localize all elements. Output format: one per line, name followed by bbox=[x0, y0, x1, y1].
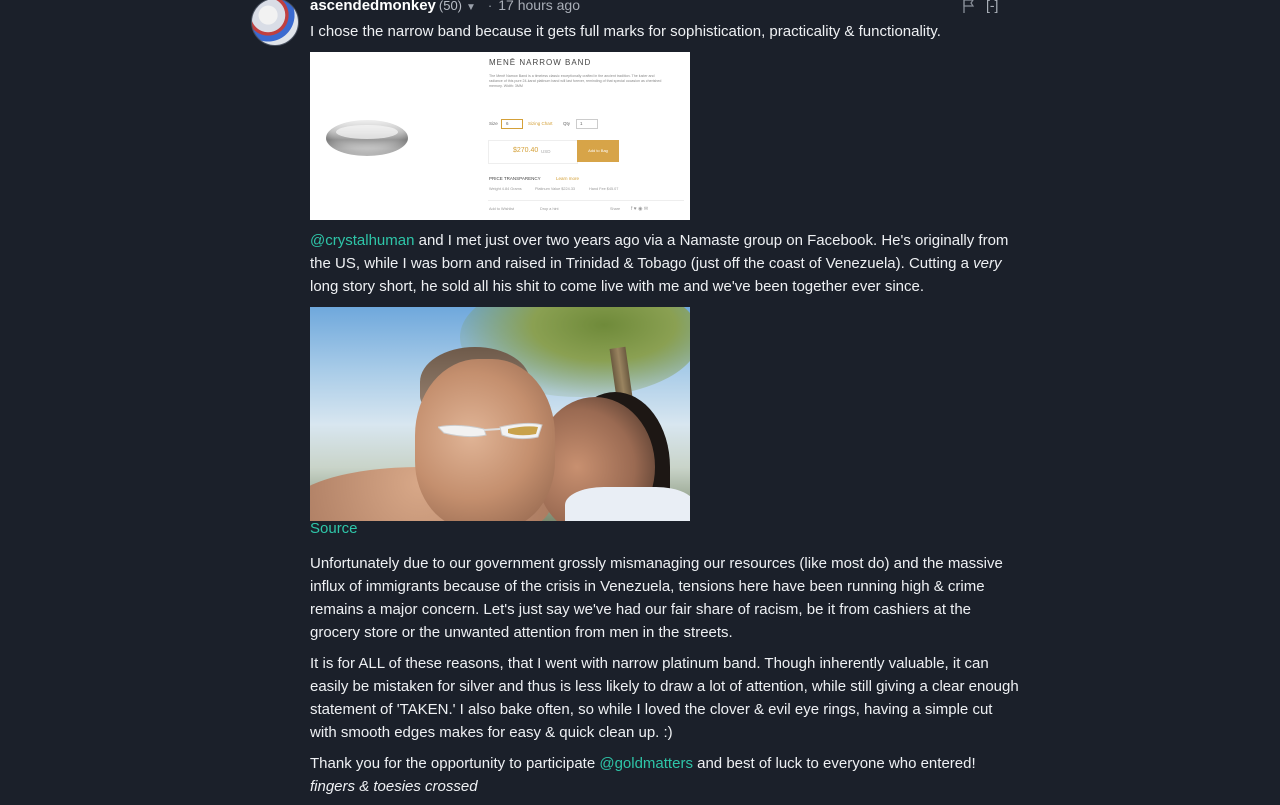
shirt bbox=[565, 487, 690, 521]
thanks-text-b: and best of luck to everyone who entered… bbox=[692, 755, 976, 772]
thanks-text-a: Thank you for the opportunity to partici… bbox=[310, 755, 600, 772]
sign-off: fingers & toesies crossed bbox=[310, 778, 478, 795]
product-price: $270.40 bbox=[513, 147, 539, 154]
weight-text: Weight 4.84 Grams bbox=[489, 187, 522, 191]
concern-paragraph: Unfortunately due to our government gros… bbox=[310, 555, 1003, 641]
size-label: Size bbox=[489, 121, 498, 126]
author-name[interactable]: ascendedmonkey bbox=[310, 0, 436, 14]
reasons-paragraph: It is for ALL of these reasons, that I w… bbox=[310, 655, 1019, 741]
source-link[interactable]: Source bbox=[310, 520, 358, 537]
intro-paragraph: I chose the narrow band because it gets … bbox=[310, 23, 941, 40]
flag-icon[interactable] bbox=[962, 0, 976, 16]
qty-value: 1 bbox=[580, 121, 583, 126]
mention-crystalhuman[interactable]: @crystalhuman bbox=[310, 232, 414, 249]
price-currency: USD bbox=[541, 149, 551, 154]
story-paragraph: @crystalhuman and I met just over two ye… bbox=[310, 229, 1020, 298]
price-transparency-heading: PRICE TRANSPARENCY bbox=[489, 176, 541, 181]
size-select bbox=[501, 119, 523, 129]
hand-fee-text: Hand Fee $45.07 bbox=[589, 187, 619, 191]
size-value: 6 bbox=[506, 121, 509, 126]
meta-separator: · bbox=[487, 0, 493, 13]
chevron-down-icon[interactable]: ▼ bbox=[466, 2, 476, 13]
product-description: The Menē Narrow Band is a timeless class… bbox=[489, 74, 662, 88]
sunglasses bbox=[438, 422, 543, 440]
reputation-score: (50) bbox=[438, 0, 463, 13]
thanks-paragraph: Thank you for the opportunity to partici… bbox=[310, 752, 1020, 798]
share-icons: f ♥ ◉ ✉ bbox=[631, 206, 649, 212]
product-divider bbox=[488, 200, 684, 201]
comment-meta: ascendedmonkey (50) ▼ · 17 hours ago bbox=[310, 0, 580, 19]
platinum-value-text: Platinum Value $224.33 bbox=[535, 187, 576, 191]
add-to-bag-button: Add to Bag bbox=[577, 140, 619, 162]
couple-photo[interactable] bbox=[310, 307, 690, 521]
ring-photo bbox=[326, 120, 408, 156]
share-label: Share bbox=[610, 207, 621, 211]
avatar[interactable] bbox=[251, 0, 299, 46]
story-emphasis: very bbox=[973, 255, 1002, 272]
sizing-chart-link: Sizing Chart bbox=[528, 121, 553, 126]
story-text-b: long story short, he sold all his shit t… bbox=[310, 278, 925, 295]
product-title: MENĒ NARROW BAND bbox=[489, 58, 592, 67]
qty-label: Qty bbox=[563, 121, 571, 126]
timestamp[interactable]: 17 hours ago bbox=[498, 0, 580, 13]
mention-goldmatters[interactable]: @goldmatters bbox=[599, 755, 693, 772]
product-image[interactable]: MENĒ NARROW BAND The Menē Narrow Band is… bbox=[310, 52, 690, 220]
collapse-button[interactable]: [-] bbox=[986, 0, 998, 13]
drop-hint-link: Drop a hint bbox=[540, 207, 559, 211]
story-text-a: and I met just over two years ago via a … bbox=[310, 232, 1009, 272]
wishlist-link: Add to Wishlist bbox=[489, 207, 515, 211]
learn-more-link: Learn more bbox=[556, 176, 580, 181]
